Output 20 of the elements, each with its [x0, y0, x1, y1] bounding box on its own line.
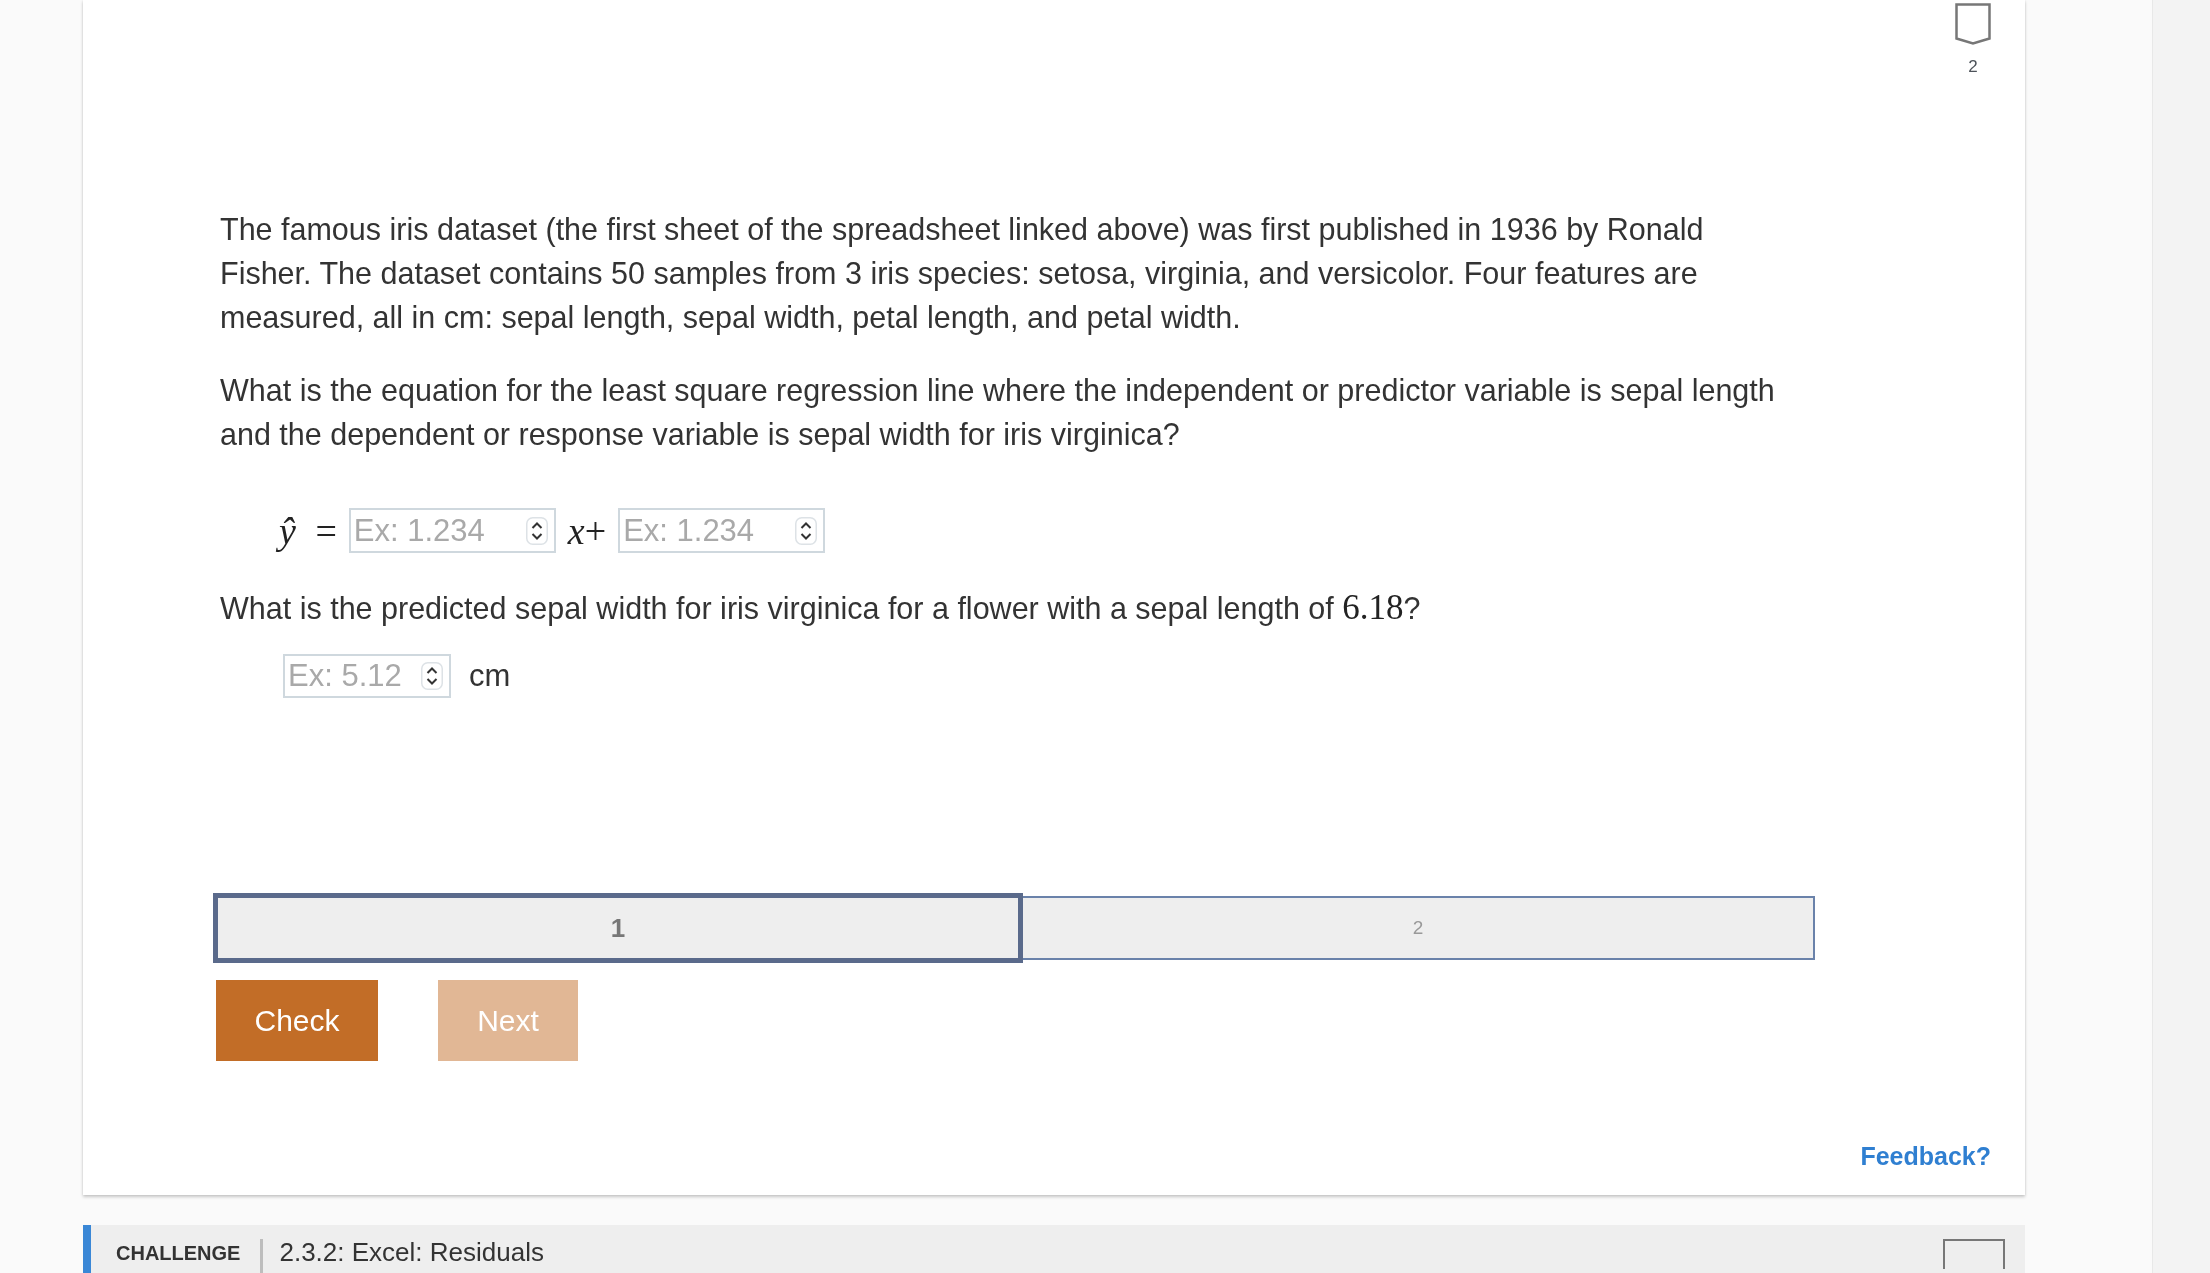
stepper-arrows-icon[interactable] [421, 662, 443, 690]
unit-label: cm [469, 657, 511, 695]
square-outline-icon [1943, 1239, 2005, 1269]
activity-tag: CHALLENGE [116, 1241, 241, 1265]
passage-text: The famous iris dataset (the first sheet of the spreadsheet linked above) was first published in 1936 by Ronald Fisher. The dataset contains 50 samples from 3 iris species: setosa, virginia, and versicolor. Four features are measured, all in cm: sepal length, sepal width, petal length, and petal width. [220, 211, 1705, 337]
number-input[interactable]: Ex: 1.234 [618, 508, 826, 553]
step-tab[interactable]: 1 [213, 893, 1023, 963]
step-tab[interactable]: 2 [1023, 896, 1815, 960]
activity-title: 2.3.2: Excel: Residuals [279, 1237, 544, 1267]
stepper-arrows-icon[interactable] [525, 516, 548, 545]
action-button[interactable]: Check [216, 980, 378, 1061]
number-input[interactable]: Ex: 5.12 [283, 654, 451, 698]
feedback-link[interactable]: Feedback? [1860, 1139, 1991, 1173]
question-text: What is the predicted sepal width for iris virginica for a flower with a sepal length of 6.18? [220, 587, 1421, 629]
math-expression: x+ [567, 509, 607, 552]
stepper-arrows-icon[interactable] [795, 516, 818, 545]
shield-outline-icon [1955, 3, 1991, 45]
badge-count: 2 [1968, 57, 1978, 77]
number-input[interactable]: Ex: 1.234 [348, 508, 556, 553]
question-text: What is the equation for the least square regression line where the independent or predictor variable is sepal length and the dependent or response variable is sepal width for iris virginica? [220, 372, 1776, 454]
